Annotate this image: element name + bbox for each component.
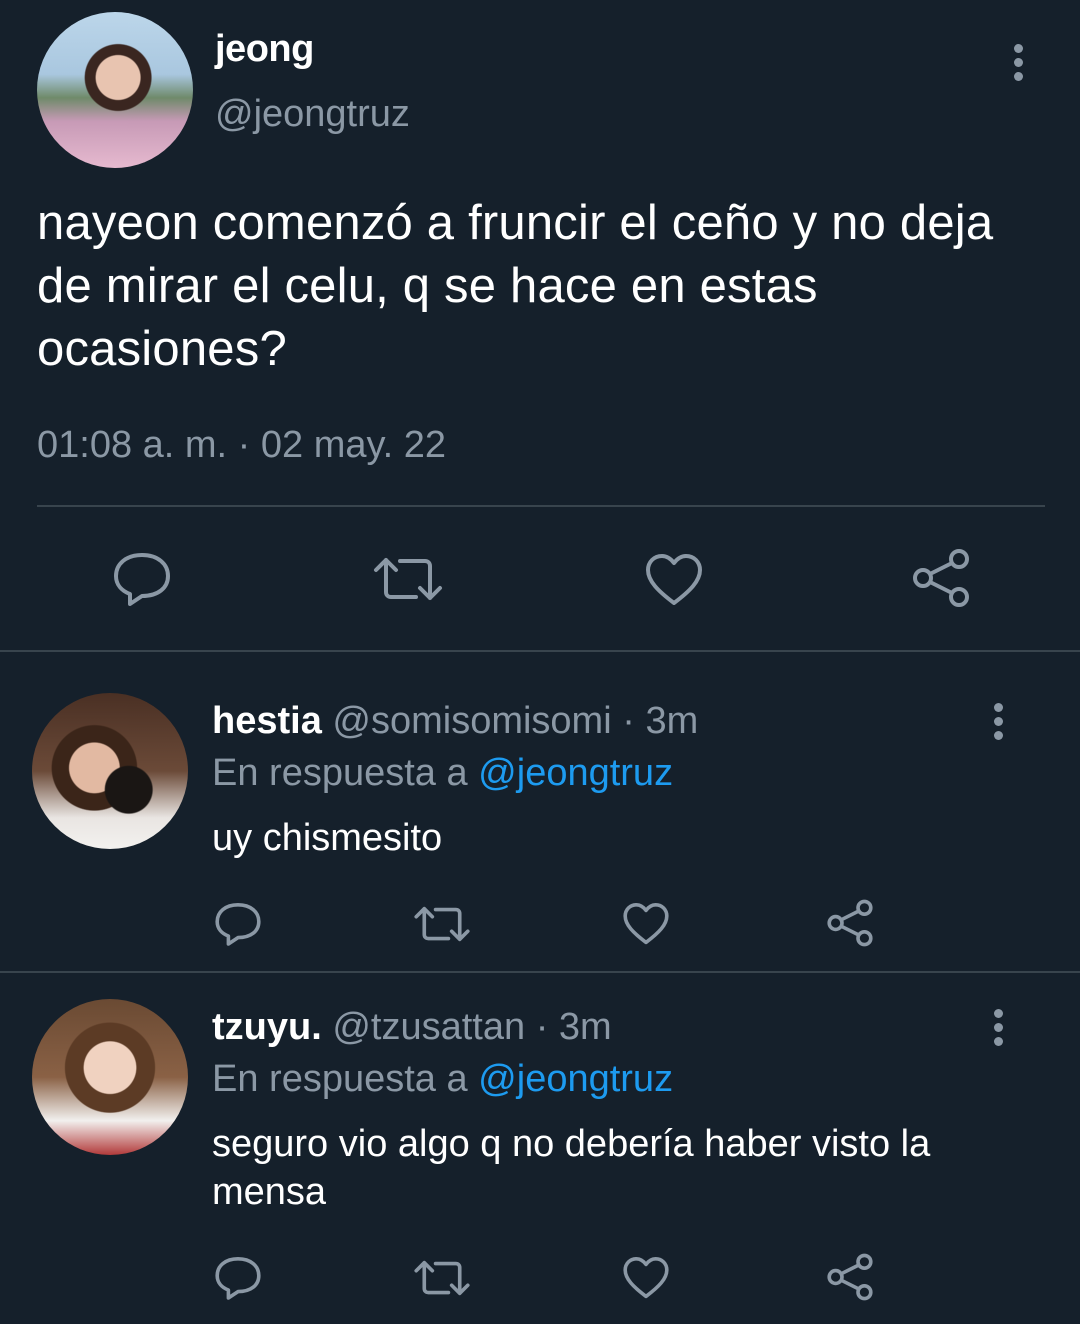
reply-header: hestia @somisomisomi · 3m [212, 700, 698, 743]
like-icon[interactable] [622, 1256, 670, 1300]
reply-header: tzuyu. @tzusattan · 3m [212, 1006, 612, 1049]
replying-to: En respuesta a @jeongtruz [212, 752, 673, 795]
author-name[interactable]: jeong [215, 28, 314, 71]
reply-time: · 3m [535, 1006, 612, 1048]
more-options-icon[interactable] [1012, 44, 1024, 86]
more-options-icon[interactable] [992, 703, 1004, 745]
replying-to: En respuesta a @jeongtruz [212, 1058, 673, 1101]
share-icon[interactable] [825, 899, 875, 947]
reply-author-name[interactable]: tzuyu. [212, 1006, 322, 1048]
avatar[interactable] [37, 12, 193, 168]
reply-icon[interactable] [214, 1255, 262, 1301]
reply-text: seguro vio algo q no debería haber visto… [212, 1123, 931, 1213]
reply-author-handle[interactable]: @tzusattan [332, 1006, 525, 1048]
like-icon[interactable] [644, 553, 704, 607]
tweet-text: nayeon comenzó a fruncir el ceño y no de… [37, 196, 994, 376]
reply-time: · 3m [622, 700, 699, 742]
replying-to-label: En respuesta a [212, 1058, 468, 1100]
reply-author-name[interactable]: hestia [212, 700, 322, 742]
avatar[interactable] [32, 999, 188, 1155]
divider [0, 650, 1080, 652]
author-handle[interactable]: @jeongtruz [215, 93, 410, 136]
retweet-icon[interactable] [372, 556, 444, 602]
divider [0, 971, 1080, 973]
divider [37, 505, 1045, 507]
share-icon[interactable] [825, 1253, 875, 1301]
retweet-icon[interactable] [413, 905, 471, 943]
replying-to-label: En respuesta a [212, 752, 468, 794]
like-icon[interactable] [622, 902, 670, 946]
reply-text: uy chismesito [212, 817, 443, 859]
reply-icon[interactable] [112, 551, 172, 607]
avatar[interactable] [32, 693, 188, 849]
reply-author-handle[interactable]: @somisomisomi [332, 700, 611, 742]
tweet-timestamp[interactable]: 01:08 a. m. · 02 may. 22 [37, 424, 446, 467]
more-options-icon[interactable] [992, 1009, 1004, 1051]
replying-to-mention[interactable]: @jeongtruz [478, 1058, 673, 1100]
replying-to-mention[interactable]: @jeongtruz [478, 752, 673, 794]
main-tweet: jeong @jeongtruz nayeon comenzó a frunci… [0, 0, 1080, 650]
share-icon[interactable] [910, 548, 972, 608]
retweet-icon[interactable] [413, 1259, 471, 1297]
reply-icon[interactable] [214, 901, 262, 947]
